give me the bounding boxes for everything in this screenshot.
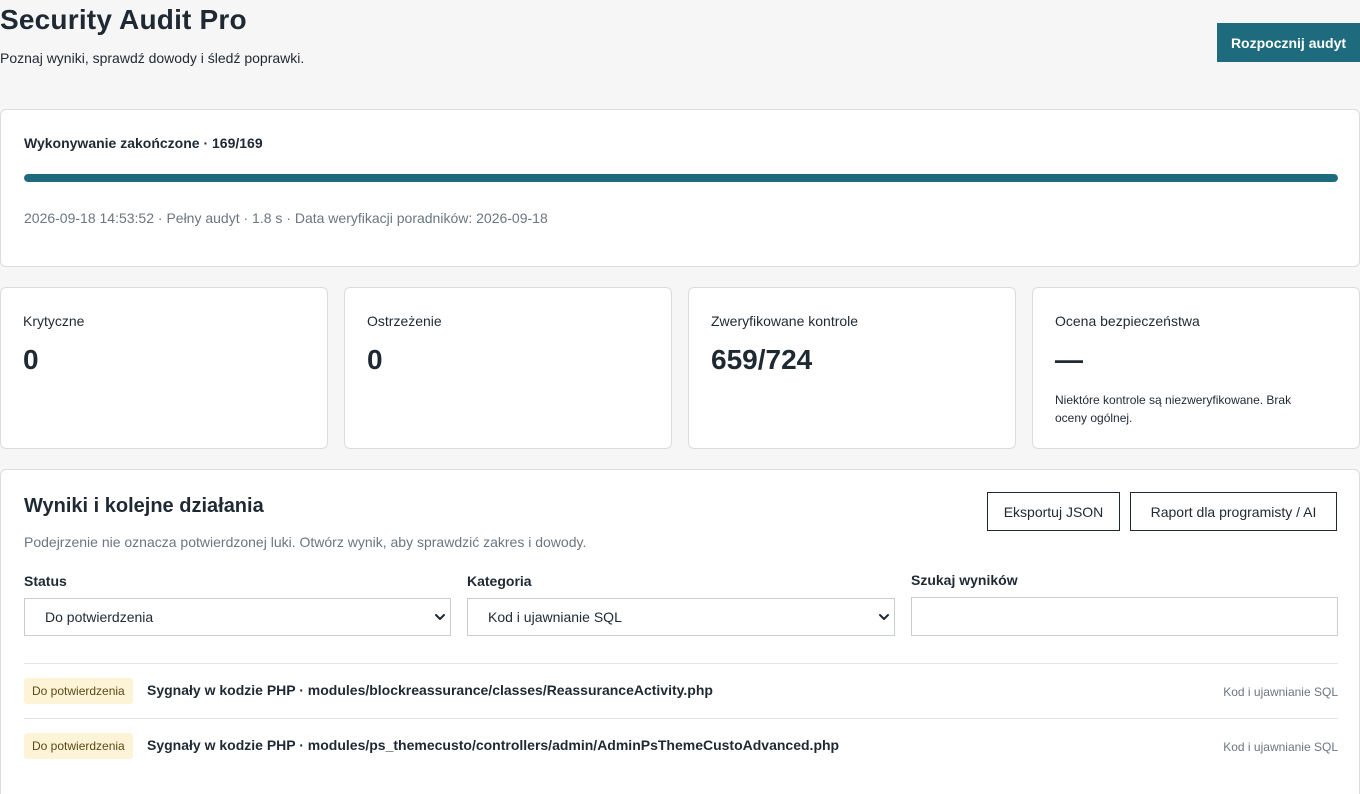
- status-select[interactable]: Do potwierdzenia: [24, 598, 451, 636]
- export-json-button[interactable]: Eksportuj JSON: [987, 492, 1120, 531]
- category-filter-label: Kategoria: [467, 573, 532, 589]
- stat-card-verified-checks: Zweryfikowane kontrole 659/724: [688, 287, 1016, 449]
- stat-label: Ostrzeżenie: [367, 313, 442, 329]
- stat-label: Krytyczne: [23, 313, 85, 329]
- page: Security Audit Pro Poznaj wyniki, sprawd…: [0, 0, 1360, 794]
- chevron-down-icon: [435, 614, 445, 620]
- results-card: Wyniki i kolejne działania Podejrzenie n…: [0, 469, 1360, 794]
- stat-value: 0: [23, 344, 39, 375]
- results-title: Wyniki i kolejne działania: [24, 495, 264, 517]
- developer-report-button[interactable]: Raport dla programisty / AI: [1130, 492, 1337, 531]
- stat-card-security-score: Ocena bezpieczeństwa — Niektóre kontrole…: [1032, 287, 1360, 449]
- status-badge: Do potwierdzenia: [24, 678, 133, 704]
- category-select[interactable]: Kod i ujawnianie SQL: [467, 598, 895, 636]
- stat-value: 0: [367, 344, 383, 375]
- stat-label: Ocena bezpieczeństwa: [1055, 313, 1200, 329]
- app-title: Security Audit Pro: [0, 4, 247, 35]
- progress-meta: 2026-09-18 14:53:52 · Pełny audyt · 1.8 …: [24, 210, 548, 226]
- header: Security Audit Pro Poznaj wyniki, sprawd…: [0, 0, 1360, 80]
- stat-label: Zweryfikowane kontrole: [711, 313, 859, 329]
- start-audit-button[interactable]: Rozpocznij audyt: [1217, 23, 1360, 62]
- status-filter-label: Status: [24, 573, 67, 589]
- search-input[interactable]: [911, 597, 1338, 636]
- search-filter-label: Szukaj wyników: [911, 572, 1018, 588]
- stat-card-warning: Ostrzeżenie 0: [344, 287, 672, 449]
- chevron-down-icon: [879, 614, 889, 620]
- stat-note: Niektóre kontrole są niezweryfikowane. B…: [1055, 393, 1292, 425]
- result-row[interactable]: Do potwierdzenia Sygnały w kodzie PHP · …: [24, 719, 1338, 773]
- stat-card-critical: Krytyczne 0: [0, 287, 328, 449]
- status-select-value: Do potwierdzenia: [45, 609, 154, 625]
- stat-value: 659/724: [711, 344, 813, 375]
- result-category: Kod i ujawnianie SQL: [1223, 740, 1338, 754]
- category-select-value: Kod i ujawnianie SQL: [488, 609, 622, 625]
- app-subtitle: Poznaj wyniki, sprawdź dowody i śledź po…: [0, 50, 305, 66]
- status-badge: Do potwierdzenia: [24, 733, 133, 759]
- result-category: Kod i ujawnianie SQL: [1223, 685, 1338, 699]
- progress-bar: [24, 174, 1338, 182]
- progress-card: Wykonywanie zakończone · 169/169 2026-09…: [0, 109, 1360, 267]
- results-description: Podejrzenie nie oznacza potwierdzonej lu…: [24, 534, 587, 550]
- result-title: Sygnały w kodzie PHP · modules/blockreas…: [147, 682, 713, 698]
- result-title: Sygnały w kodzie PHP · modules/ps_themec…: [147, 737, 840, 753]
- stat-value: —: [1055, 344, 1083, 375]
- progress-bar-fill: [24, 174, 1338, 182]
- result-row[interactable]: Do potwierdzenia Sygnały w kodzie PHP · …: [24, 664, 1338, 718]
- progress-label: Wykonywanie zakończone · 169/169: [24, 135, 263, 151]
